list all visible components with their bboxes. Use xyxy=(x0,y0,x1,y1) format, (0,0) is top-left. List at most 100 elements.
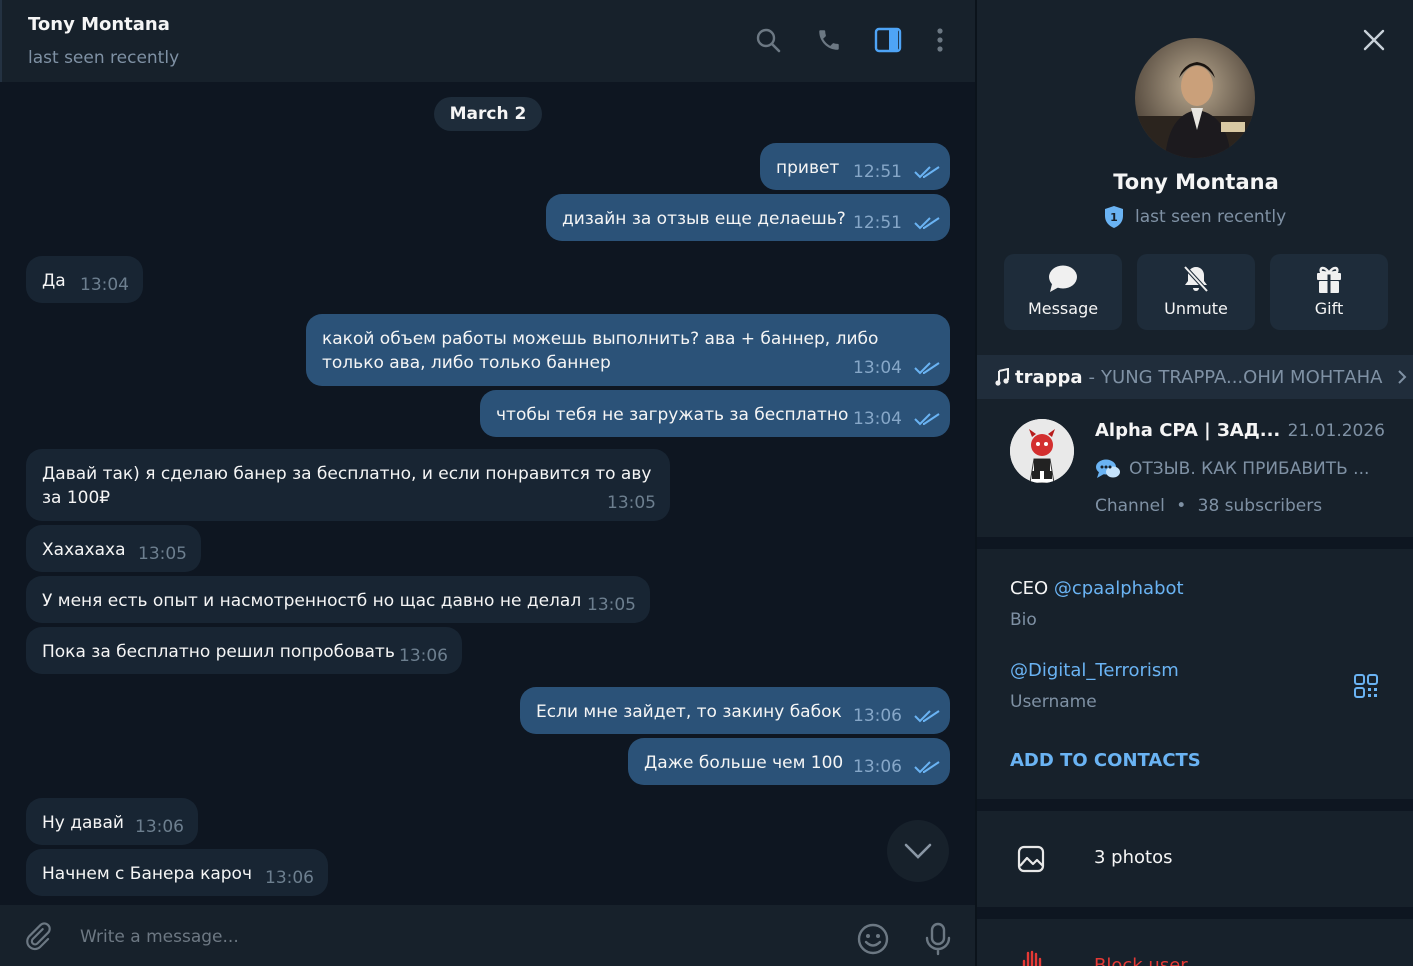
profile-status-row: 1 last seen recently xyxy=(1103,203,1286,231)
profile-name: Tony Montana xyxy=(1113,170,1279,194)
channel-subscribers: 38 subscribers xyxy=(1197,496,1323,516)
message-time: 13:06 xyxy=(853,706,902,726)
message-text: Начнем с Банера кароч xyxy=(42,864,252,884)
message-bubble-outgoing[interactable]: дизайн за отзыв еще делаешь? 12:51 xyxy=(546,194,950,241)
message-bubble-outgoing[interactable]: привет 12:51 xyxy=(760,143,950,190)
paperclip-icon[interactable] xyxy=(22,921,54,953)
shared-photos-row[interactable]: 3 photos xyxy=(977,811,1413,907)
photos-count: 3 photos xyxy=(1094,847,1173,868)
message-composer xyxy=(0,905,975,966)
message-time: 13:06 xyxy=(399,646,448,666)
bio-prefix: CEO xyxy=(1010,578,1054,599)
message-time: 13:06 xyxy=(135,817,184,837)
username-label: Username xyxy=(1010,692,1097,712)
chevron-right-icon xyxy=(1398,370,1407,384)
add-to-contacts-button[interactable]: ADD TO CONTACTS xyxy=(1010,750,1201,771)
chat-title[interactable]: Tony Montana xyxy=(28,14,170,35)
message-bubble-incoming[interactable]: Да 13:04 xyxy=(26,256,143,303)
message-text: У меня есть опыт и насмотренностб но щас… xyxy=(42,591,582,611)
close-icon[interactable] xyxy=(1362,28,1386,52)
message-bubble-incoming[interactable]: Ну давай 13:06 xyxy=(26,798,198,845)
channel-avatar xyxy=(1010,419,1074,483)
message-time: 13:04 xyxy=(853,409,902,429)
gift-icon xyxy=(1317,266,1341,293)
message-text: Ну давай xyxy=(42,813,124,833)
username-value[interactable]: @Digital_Terrorism xyxy=(1010,660,1179,681)
double-check-icon xyxy=(914,413,940,426)
more-menu-icon[interactable] xyxy=(925,25,955,55)
message-button-label: Message xyxy=(1027,299,1099,318)
message-time: 13:06 xyxy=(853,757,902,777)
message-time: 12:51 xyxy=(853,162,902,182)
message-bubble-outgoing[interactable]: Даже больше чем 100 13:06 xyxy=(628,738,950,785)
message-text: Давай так) я сделаю банер за бесплатно, … xyxy=(42,464,652,508)
block-user-row[interactable]: Block user xyxy=(977,919,1413,966)
message-bubble-outgoing[interactable]: Если мне зайдет, то закину бабок 13:06 xyxy=(520,687,950,734)
scroll-to-bottom-button[interactable] xyxy=(887,820,949,882)
message-bubble-outgoing[interactable]: чтобы тебя не загружать за бесплатно 13:… xyxy=(480,390,950,437)
microphone-icon[interactable] xyxy=(923,922,953,956)
music-title: trappa xyxy=(1015,366,1083,388)
message-time: 12:51 xyxy=(853,213,902,233)
message-input[interactable] xyxy=(80,923,820,951)
message-text: Да xyxy=(42,271,66,291)
message-text: Пока за бесплатно решил попробовать xyxy=(42,642,395,662)
sidebar-toggle-icon[interactable] xyxy=(873,25,903,55)
unmute-button[interactable]: Unmute xyxy=(1137,254,1255,330)
message-bubble-outgoing[interactable]: какой объем работы можешь выполнить? ава… xyxy=(306,314,950,386)
qr-code-icon[interactable] xyxy=(1353,673,1379,699)
music-separator: - xyxy=(1088,366,1096,388)
message-time: 13:04 xyxy=(853,358,902,378)
music-artist: YUNG TRAPPA...ОНИ МОНТАНА xyxy=(1101,366,1383,388)
bio-value[interactable]: CEO @cpaalphabot xyxy=(1010,578,1184,599)
badge-count: 1 xyxy=(1110,211,1118,224)
chat-panel: Tony Montana last seen recently March 2 … xyxy=(0,0,975,966)
message-button[interactable]: Message xyxy=(1004,254,1122,330)
double-check-icon xyxy=(914,166,940,179)
profile-avatar[interactable] xyxy=(1135,38,1255,158)
channel-name: Alpha CPA | ЗАД... xyxy=(1095,420,1281,441)
emoji-icon[interactable] xyxy=(856,922,890,956)
bio-handle-link[interactable]: @cpaalphabot xyxy=(1054,578,1184,599)
chat-status: last seen recently xyxy=(28,48,180,68)
search-icon[interactable] xyxy=(753,25,783,55)
channel-last-post: ОТЗЫВ. КАК ПРИБАВИТЬ ... xyxy=(1095,458,1369,480)
profile-music-bar[interactable]: trappa - YUNG TRAPPA...ОНИ МОНТАНА xyxy=(977,355,1413,399)
phone-icon[interactable] xyxy=(814,25,844,55)
double-check-icon xyxy=(914,362,940,375)
chat-header[interactable]: Tony Montana last seen recently xyxy=(0,0,975,82)
double-check-icon xyxy=(914,217,940,230)
profile-info-section: CEO @cpaalphabot Bio @Digital_Terrorism … xyxy=(977,549,1413,799)
message-text: привет xyxy=(776,158,840,178)
message-time: 13:05 xyxy=(607,493,656,513)
unmute-button-label: Unmute xyxy=(1164,299,1228,318)
message-text: Хахахаха xyxy=(42,540,126,560)
profile-status: last seen recently xyxy=(1135,207,1287,227)
message-bubble-incoming[interactable]: Пока за бесплатно решил попробовать 13:0… xyxy=(26,627,462,674)
message-time: 13:06 xyxy=(265,868,314,888)
channel-meta: Channel • 38 subscribers xyxy=(1095,496,1322,516)
shield-badge-icon: 1 xyxy=(1105,206,1123,228)
music-note-icon xyxy=(995,368,1009,386)
message-text: чтобы тебя не загружать за бесплатно xyxy=(496,405,849,425)
profile-panel: Tony Montana 1 last seen recently Messag… xyxy=(975,0,1413,966)
gift-button[interactable]: Gift xyxy=(1270,254,1388,330)
message-bubble-incoming[interactable]: У меня есть опыт и насмотренностб но щас… xyxy=(26,576,650,623)
message-text: Если мне зайдет, то закину бабок xyxy=(536,702,842,722)
date-divider: March 2 xyxy=(434,97,542,131)
message-bubble-incoming[interactable]: Давай так) я сделаю банер за бесплатно, … xyxy=(26,449,670,521)
channel-post-text: ОТЗЫВ. КАК ПРИБАВИТЬ ... xyxy=(1129,459,1370,479)
profile-header: Tony Montana 1 last seen recently Messag… xyxy=(977,0,1413,537)
personal-channel-card[interactable]: Alpha CPA | ЗАД... 21.01.2026 ОТЗЫВ. КАК… xyxy=(977,400,1413,537)
message-bubble-incoming[interactable]: Начнем с Банера кароч 13:06 xyxy=(26,849,328,896)
block-user-label: Block user xyxy=(1094,955,1188,966)
channel-post-date: 21.01.2026 xyxy=(1287,421,1385,441)
meta-dot: • xyxy=(1176,496,1187,516)
message-time: 13:05 xyxy=(587,595,636,615)
speech-bubbles-icon xyxy=(1096,459,1120,478)
chevron-down-icon xyxy=(904,843,932,859)
double-check-icon xyxy=(914,761,940,774)
bio-label: Bio xyxy=(1010,610,1037,630)
message-bubble-incoming[interactable]: Хахахаха 13:05 xyxy=(26,525,201,572)
message-text: дизайн за отзыв еще делаешь? xyxy=(562,209,846,229)
